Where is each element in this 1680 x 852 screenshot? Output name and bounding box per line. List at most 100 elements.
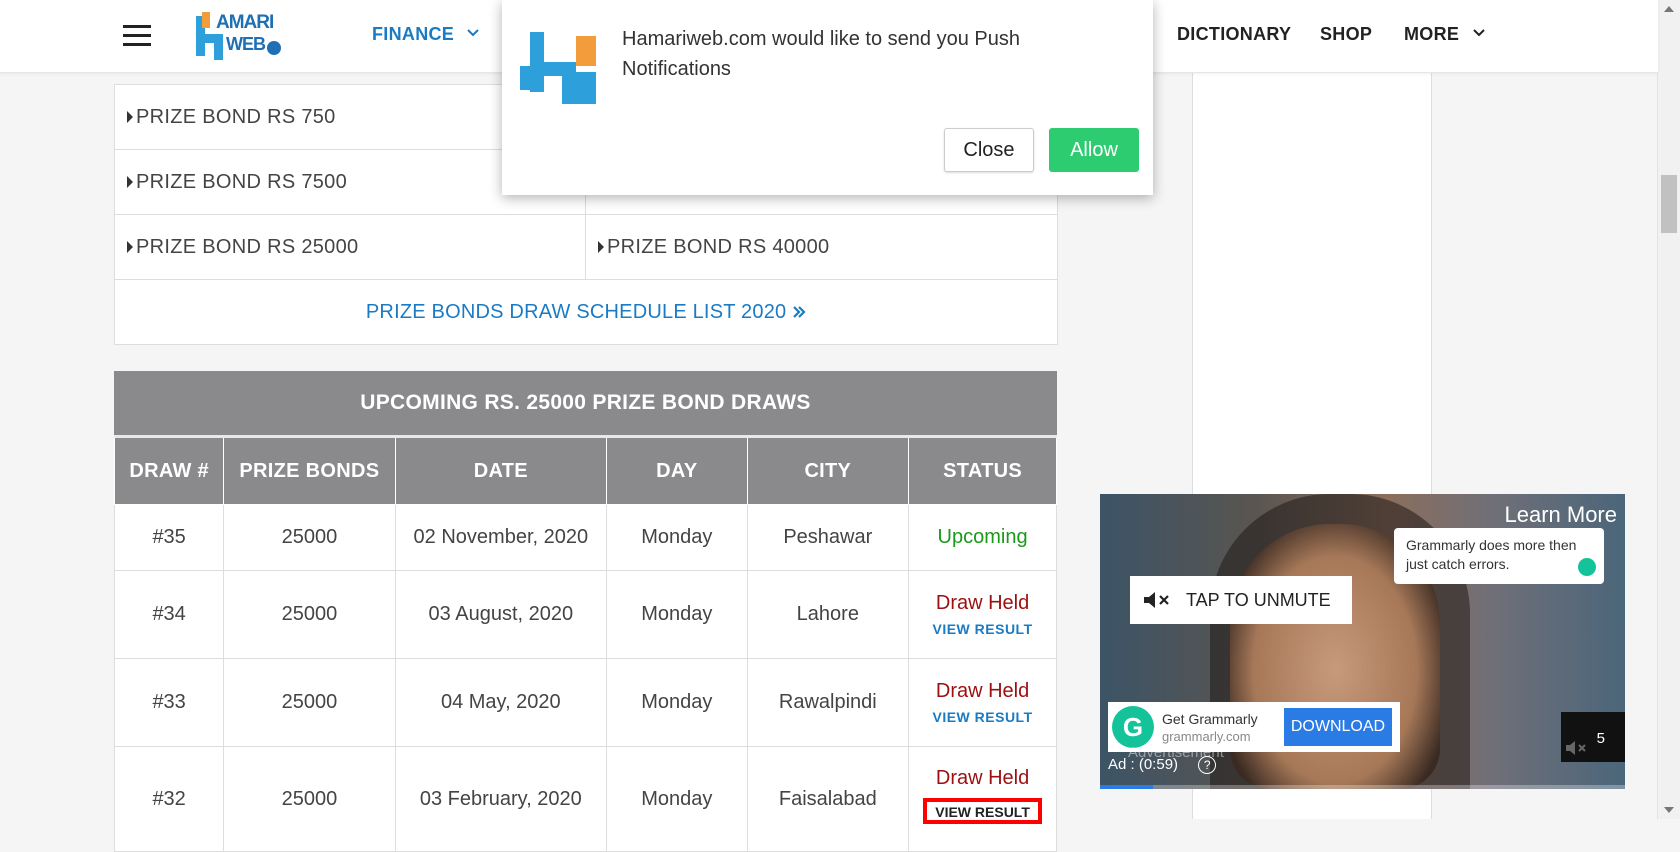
nav-shop[interactable]: SHOP bbox=[1320, 24, 1372, 45]
draw-status: Draw Held VIEW RESULT bbox=[908, 570, 1057, 659]
bond-link-label: PRIZE BOND RS 750 bbox=[136, 105, 336, 128]
status-upcoming: Upcoming bbox=[937, 526, 1028, 548]
ad-brand-domain: grammarly.com bbox=[1162, 728, 1251, 744]
draw-day: Monday bbox=[606, 746, 748, 852]
view-result-link-highlighted[interactable]: VIEW RESULT bbox=[923, 798, 1042, 824]
ad-brand-title: Get Grammarly bbox=[1162, 710, 1258, 727]
draws-table: DRAW # PRIZE BONDS DATE DAY CITY STATUS … bbox=[113, 438, 1057, 852]
ad-bubble-text: Grammarly does more then just catch erro… bbox=[1406, 537, 1577, 572]
column-header: CITY bbox=[746, 438, 910, 505]
draws-section: UPCOMING RS. 25000 PRIZE BOND DRAWS DRAW… bbox=[113, 371, 1057, 852]
bond-link-label: PRIZE BOND RS 7500 bbox=[136, 170, 348, 193]
bond-row: PRIZE BOND RS 25000 PRIZE BOND RS 40000 bbox=[115, 215, 1057, 280]
caret-right-icon bbox=[127, 176, 133, 188]
draw-number: #34 bbox=[113, 570, 225, 659]
draw-number: #35 bbox=[113, 504, 225, 571]
draw-day: Monday bbox=[606, 658, 748, 747]
view-result-link[interactable]: VIEW RESULT bbox=[910, 621, 1055, 637]
logo-text-top: AMARI bbox=[216, 12, 274, 33]
video-ad[interactable]: Learn More Grammarly does more then just… bbox=[1100, 494, 1625, 789]
table-row: #33 25000 04 May, 2020 Monday Rawalpindi… bbox=[113, 658, 1057, 747]
schedule-row: PRIZE BONDS DRAW SCHEDULE LIST 2020 bbox=[115, 280, 1057, 344]
draw-city: Rawalpindi bbox=[746, 658, 910, 747]
schedule-link-label: PRIZE BONDS DRAW SCHEDULE LIST 2020 bbox=[365, 300, 787, 323]
draw-status: Draw Held VIEW RESULT bbox=[908, 658, 1057, 747]
menu-icon[interactable] bbox=[123, 25, 151, 47]
unmute-button[interactable]: TAP TO UNMUTE bbox=[1130, 576, 1352, 624]
site-logo[interactable]: AMARI WEB bbox=[192, 10, 288, 64]
caret-right-icon bbox=[127, 111, 133, 123]
prize-bonds: 25000 bbox=[223, 746, 396, 852]
ad-message-bubble: Grammarly does more then just catch erro… bbox=[1394, 528, 1604, 584]
draw-date: 04 May, 2020 bbox=[394, 658, 608, 747]
draw-date: 02 November, 2020 bbox=[394, 504, 608, 571]
status-held: Draw Held bbox=[935, 680, 1030, 702]
draw-number: #33 bbox=[113, 658, 225, 747]
draw-city: Faisalabad bbox=[746, 746, 910, 852]
column-header: DRAW # bbox=[113, 438, 225, 505]
chevron-down-icon bbox=[1472, 29, 1485, 37]
view-result-link[interactable]: VIEW RESULT bbox=[910, 709, 1055, 725]
draw-status: Upcoming bbox=[908, 504, 1057, 571]
mute-icon bbox=[1144, 592, 1169, 608]
chevron-down-icon bbox=[467, 29, 480, 37]
ad-timer: Ad : (0:59) ? bbox=[1108, 756, 1217, 774]
status-held: Draw Held bbox=[935, 592, 1030, 614]
nav-finance-label: FINANCE bbox=[372, 24, 455, 44]
column-header: PRIZE BONDS bbox=[223, 438, 396, 505]
column-header: DAY bbox=[606, 438, 748, 505]
prize-bonds: 25000 bbox=[223, 504, 396, 571]
prize-bonds: 25000 bbox=[223, 570, 396, 659]
nav-more[interactable]: MORE bbox=[1404, 24, 1485, 45]
page-scrollbar[interactable] bbox=[1657, 0, 1680, 819]
ad-countdown: 5 bbox=[1561, 712, 1625, 762]
draw-day: Monday bbox=[606, 570, 748, 659]
logo-text-bottom: WEB bbox=[226, 34, 266, 54]
learn-more-link[interactable]: Learn More bbox=[1504, 502, 1617, 528]
push-notification-dialog: Hamariweb.com would like to send you Pus… bbox=[502, 0, 1153, 195]
draw-city: Lahore bbox=[746, 570, 910, 659]
scroll-up-arrow[interactable] bbox=[1664, 6, 1674, 12]
bond-link[interactable]: PRIZE BOND RS 40000 bbox=[585, 215, 1055, 279]
scroll-down-arrow[interactable] bbox=[1664, 807, 1674, 813]
status-held: Draw Held bbox=[935, 767, 1030, 789]
column-header: DATE bbox=[394, 438, 608, 505]
draw-city: Peshawar bbox=[746, 504, 910, 571]
ad-progress-fill bbox=[1100, 785, 1153, 789]
muted-speaker-icon[interactable] bbox=[1565, 740, 1591, 756]
ad-timer-text: Ad : (0:59) bbox=[1108, 756, 1179, 773]
table-row: #32 25000 03 February, 2020 Monday Faisa… bbox=[113, 746, 1057, 852]
bond-link[interactable]: PRIZE BOND RS 25000 bbox=[115, 215, 585, 279]
caret-right-icon bbox=[127, 241, 133, 253]
draws-title: UPCOMING RS. 25000 PRIZE BOND DRAWS bbox=[114, 371, 1057, 438]
draw-day: Monday bbox=[606, 504, 748, 571]
prize-bonds: 25000 bbox=[223, 658, 396, 747]
scroll-thumb[interactable] bbox=[1661, 175, 1677, 233]
caret-right-icon bbox=[598, 241, 604, 253]
table-row: #34 25000 03 August, 2020 Monday Lahore … bbox=[113, 570, 1057, 659]
draw-date: 03 February, 2020 bbox=[394, 746, 608, 852]
table-row: #35 25000 02 November, 2020 Monday Pesha… bbox=[113, 504, 1057, 571]
grammarly-dot-icon bbox=[1578, 558, 1596, 576]
draw-number: #32 bbox=[113, 746, 225, 852]
hamariweb-logo-icon bbox=[520, 32, 596, 104]
notification-message: Hamariweb.com would like to send you Pus… bbox=[622, 28, 1020, 80]
bond-link-label: PRIZE BOND RS 25000 bbox=[136, 235, 359, 258]
nav-dictionary[interactable]: DICTIONARY bbox=[1177, 24, 1291, 45]
double-chevron-right-icon bbox=[793, 306, 806, 318]
download-button[interactable]: DOWNLOAD bbox=[1284, 708, 1392, 746]
allow-button[interactable]: Allow bbox=[1049, 128, 1139, 172]
draw-status: Draw Held VIEW RESULT bbox=[908, 746, 1057, 852]
unmute-label: TAP TO UNMUTE bbox=[1186, 589, 1331, 610]
draw-date: 03 August, 2020 bbox=[394, 570, 608, 659]
nav-finance[interactable]: FINANCE bbox=[372, 24, 480, 45]
help-icon[interactable]: ? bbox=[1198, 756, 1217, 774]
ad-countdown-value: 5 bbox=[1596, 730, 1605, 747]
nav-more-label: MORE bbox=[1404, 24, 1460, 44]
column-header: STATUS bbox=[908, 438, 1057, 505]
bond-link-label: PRIZE BOND RS 40000 bbox=[607, 235, 830, 258]
ad-progress-bar bbox=[1100, 785, 1625, 789]
close-button[interactable]: Close bbox=[944, 128, 1034, 172]
table-header-row: DRAW # PRIZE BONDS DATE DAY CITY STATUS bbox=[113, 438, 1057, 505]
schedule-link[interactable]: PRIZE BONDS DRAW SCHEDULE LIST 2020 bbox=[366, 301, 806, 324]
